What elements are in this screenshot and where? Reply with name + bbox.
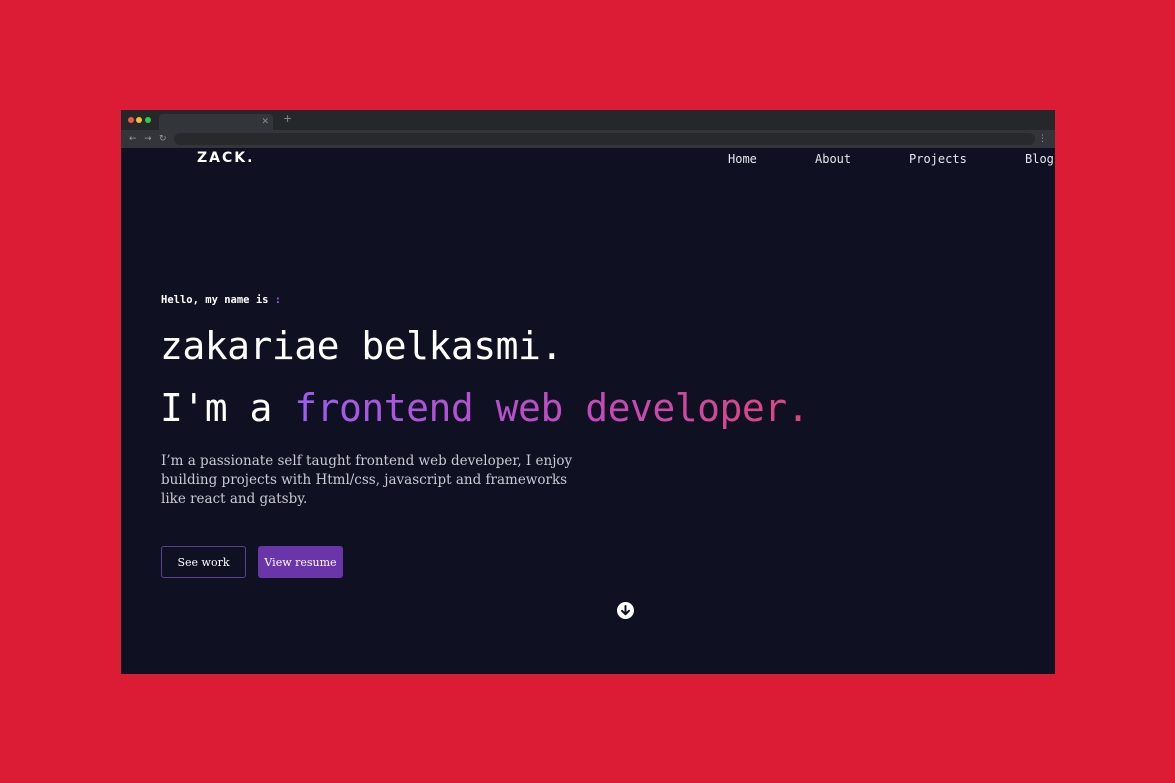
back-icon[interactable]: ← bbox=[129, 132, 137, 146]
browser-menu-icon[interactable]: ⋮ bbox=[1038, 132, 1047, 146]
bio-line: building projects with Html/css, javascr… bbox=[161, 472, 568, 488]
hero-greeting: Hello, my name is : bbox=[161, 294, 281, 306]
minimize-window-icon[interactable] bbox=[136, 117, 142, 123]
tagline-lead: I'm a bbox=[160, 386, 295, 430]
nav-link-projects[interactable]: Projects bbox=[909, 152, 967, 166]
bio-line: like react and gatsby. bbox=[161, 491, 308, 507]
close-tab-icon[interactable]: ✕ bbox=[261, 114, 269, 130]
reload-icon[interactable]: ↻ bbox=[159, 132, 167, 146]
browser-tab[interactable]: ✕ bbox=[159, 114, 273, 130]
arrow-down-circle-icon[interactable] bbox=[617, 602, 634, 619]
greeting-colon: : bbox=[274, 294, 282, 306]
browser-tab-bar: ✕ + bbox=[121, 110, 1055, 130]
forward-icon[interactable]: → bbox=[144, 132, 152, 146]
browser-window: ✕ + ← → ↻ ⋮ ZACK. Home About Projects Bl… bbox=[121, 110, 1055, 674]
hero-bio: I’m a passionate self taught frontend we… bbox=[161, 452, 721, 509]
greeting-text: Hello, my name is bbox=[161, 294, 275, 306]
close-window-icon[interactable] bbox=[128, 117, 134, 123]
nav-link-blog[interactable]: Blog bbox=[1025, 152, 1054, 166]
site-logo[interactable]: ZACK. bbox=[197, 150, 254, 166]
address-bar[interactable] bbox=[174, 133, 1035, 145]
maximize-window-icon[interactable] bbox=[145, 117, 151, 123]
new-tab-icon[interactable]: + bbox=[283, 112, 292, 125]
nav-link-home[interactable]: Home bbox=[728, 152, 757, 166]
nav-link-about[interactable]: About bbox=[815, 152, 851, 166]
hero-name: zakariae belkasmi. bbox=[160, 324, 563, 368]
hero-tagline: I'm a frontend web developer. bbox=[160, 386, 809, 430]
see-work-button[interactable]: See work bbox=[161, 546, 246, 578]
tagline-highlight: frontend web developer. bbox=[294, 386, 809, 430]
view-resume-button[interactable]: View resume bbox=[258, 546, 343, 578]
browser-toolbar: ← → ↻ ⋮ bbox=[121, 130, 1055, 148]
bio-line: I’m a passionate self taught frontend we… bbox=[161, 453, 573, 469]
